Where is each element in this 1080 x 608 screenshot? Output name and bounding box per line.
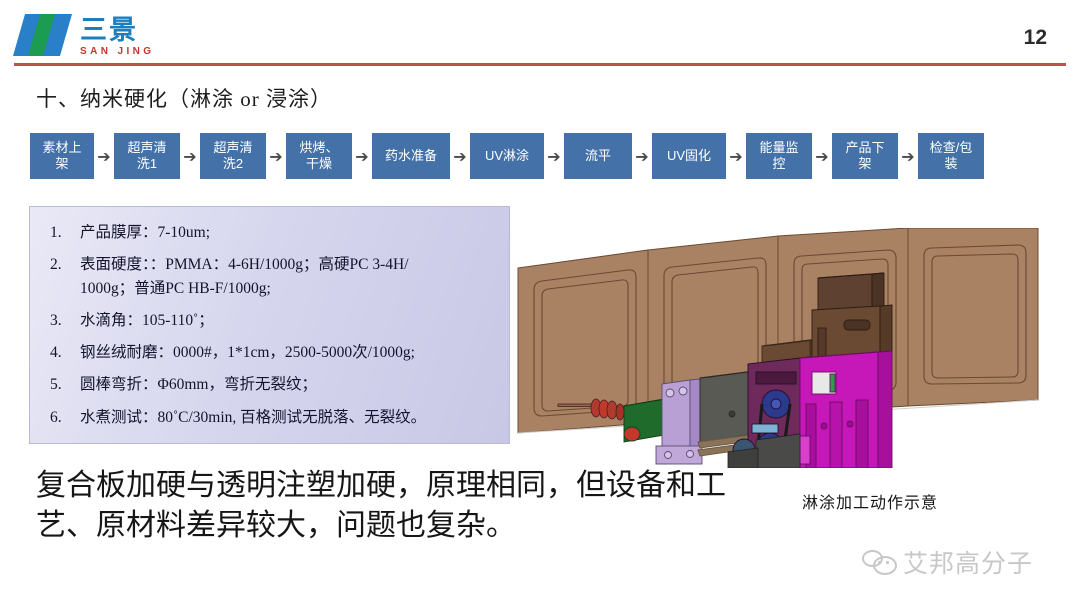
- spec-item-number: 1.: [50, 224, 62, 241]
- spec-item: 1. 产品膜厚：7-10um;: [42, 221, 499, 244]
- spec-item-number: 6.: [50, 408, 62, 426]
- flow-step-label: 超声清: [213, 140, 253, 156]
- flow-step-1[interactable]: 素材上架: [30, 133, 94, 179]
- flow-step-label-2: 架: [55, 156, 69, 171]
- flow-step-label: 烘烤、: [299, 140, 339, 156]
- summary-paragraph: 复合板加硬与透明注塑加硬，原理相同，但设备和工艺、原材料差异较大，问题也复杂。: [36, 468, 726, 543]
- wechat-bubble-icon: [862, 549, 897, 575]
- flow-arrow-icon: ➔: [355, 146, 369, 166]
- spec-item: 6. 水煮测试：80˚C/30min, 百格测试无脱落、无裂纹。: [42, 406, 499, 429]
- watermark-label: 艾邦高分子: [903, 549, 1034, 578]
- flow-arrow-icon: ➔: [901, 146, 915, 166]
- flow-step-7[interactable]: 流平: [564, 133, 632, 179]
- flow-step-label: 流平: [584, 148, 611, 164]
- spec-item-text-line: 水滴角：105-110˚；: [80, 311, 214, 329]
- flow-step-label: UV固化: [666, 148, 712, 164]
- flow-arrow-icon: ➔: [815, 146, 829, 166]
- flow-step-label: 检查/包: [929, 140, 973, 156]
- flow-step-6[interactable]: UV淋涂: [470, 133, 544, 179]
- spec-item-text-continuation: 1000g；普通PC HB-F/1000g;: [80, 279, 271, 297]
- spec-item-text-line: 表面硬度：：PMMA：4-6H/1000g；高硬PC 3-4H/: [80, 256, 409, 274]
- spec-item-text: 钢丝绒耐磨：0000#，1*1cm，2500-5000次/1000g;: [80, 341, 499, 364]
- process-flow-diagram: 素材上架 ➔ 超声清 洗1 ➔ 超声清 洗2 ➔ 烘烤、 干燥 ➔ 药水准备 ➔ UV淋涂 ➔ 流平 ➔ UV固化…: [30, 131, 1052, 181]
- spec-item: 4. 钢丝绒耐磨：0000#，1*1cm，2500-5000次/1000g;: [42, 341, 499, 364]
- flow-arrow-icon: ➔: [97, 146, 111, 166]
- logo-chinese-name: 三景: [80, 15, 138, 45]
- flow-step-10[interactable]: 产品下架: [832, 133, 898, 179]
- spec-item-text: 水滴角：105-110˚；: [80, 309, 499, 332]
- company-logo: 三景 SAN JING: [12, 14, 155, 58]
- flow-step-2[interactable]: 超声清 洗1: [114, 133, 180, 179]
- flow-step-label: 能量监: [759, 140, 799, 156]
- spec-item: 2. 表面硬度：：PMMA：4-6H/1000g；高硬PC 3-4H/1000g；…: [42, 253, 499, 300]
- spec-item-number: 5.: [50, 376, 62, 394]
- flow-arrow-icon: ➔: [183, 146, 197, 166]
- slide-header: 三景 SAN JING 12: [0, 0, 1080, 66]
- flow-step-label: 产品下: [845, 140, 885, 156]
- logo-text: 三景 SAN JING: [80, 14, 155, 58]
- flow-step-label: 药水准备: [384, 148, 437, 164]
- flow-step-5[interactable]: 药水准备: [372, 133, 450, 179]
- flow-arrow-icon: ➔: [729, 146, 743, 166]
- flow-arrow-icon: ➔: [453, 146, 467, 166]
- spec-item: 5. 圆棒弯折：Φ60mm，弯折无裂纹；: [42, 373, 499, 396]
- spec-item-text-line: 圆棒弯折：Φ60mm，弯折无裂纹；: [80, 376, 317, 394]
- spec-item-text-line: 产品膜厚：7-10um;: [80, 224, 211, 241]
- flow-arrow-icon: ➔: [547, 146, 561, 166]
- flow-step-label-2: 干燥: [305, 156, 332, 171]
- watermark: 艾邦高分子: [862, 544, 1033, 580]
- spec-item-number: 4.: [50, 344, 62, 361]
- spec-item-text: 水煮测试：80˚C/30min, 百格测试无脱落、无裂纹。: [80, 406, 499, 429]
- machine-3d-render: [500, 227, 1070, 469]
- spec-item-number: 2.: [50, 256, 62, 274]
- flow-step-9[interactable]: 能量监控: [746, 133, 812, 179]
- spec-item: 3. 水滴角：105-110˚；: [42, 309, 499, 332]
- flow-arrow-icon: ➔: [269, 146, 283, 166]
- flow-step-11[interactable]: 检查/包装: [918, 133, 984, 179]
- spec-item-text: 表面硬度：：PMMA：4-6H/1000g；高硬PC 3-4H/1000g；普通…: [80, 253, 499, 300]
- flow-step-label: 素材上: [42, 140, 82, 156]
- flow-step-label-2: 洗2: [222, 156, 244, 171]
- flow-step-3[interactable]: 超声清 洗2: [200, 133, 266, 179]
- spec-item-text-line: 水煮测试：80˚C/30min, 百格测试无脱落、无裂纹。: [80, 408, 427, 426]
- header-divider: [14, 63, 1066, 66]
- page-title: 十、纳米硬化（淋涂 or 浸涂）: [36, 87, 332, 111]
- page-number: 12: [1023, 26, 1047, 49]
- spec-item-text: 圆棒弯折：Φ60mm，弯折无裂纹；: [80, 373, 499, 396]
- flow-step-label: UV淋涂: [484, 148, 530, 164]
- flow-step-label-2: 控: [772, 156, 786, 171]
- spec-item-text-line: 钢丝绒耐磨：0000#，1*1cm，2500-5000次/1000g;: [80, 344, 415, 361]
- flow-step-label-2: 洗1: [136, 156, 158, 171]
- logo-english-name: SAN JING: [80, 46, 155, 57]
- flow-step-label: 超声清: [127, 140, 167, 156]
- spec-item-text: 产品膜厚：7-10um;: [80, 221, 499, 244]
- specification-list: 1. 产品膜厚：7-10um; 2. 表面硬度：：PMMA：4-6H/1000g；高硬…: [29, 206, 510, 444]
- flow-step-4[interactable]: 烘烤、 干燥: [286, 133, 352, 179]
- flow-arrow-icon: ➔: [635, 146, 649, 166]
- logo-mark-icon: [12, 14, 73, 56]
- flow-step-label-2: 架: [858, 156, 872, 171]
- spec-item-number: 3.: [50, 311, 62, 329]
- flow-step-label-2: 装: [944, 156, 958, 171]
- figure-caption: 淋涂加工动作示意: [801, 495, 938, 512]
- flow-step-8[interactable]: UV固化: [652, 133, 726, 179]
